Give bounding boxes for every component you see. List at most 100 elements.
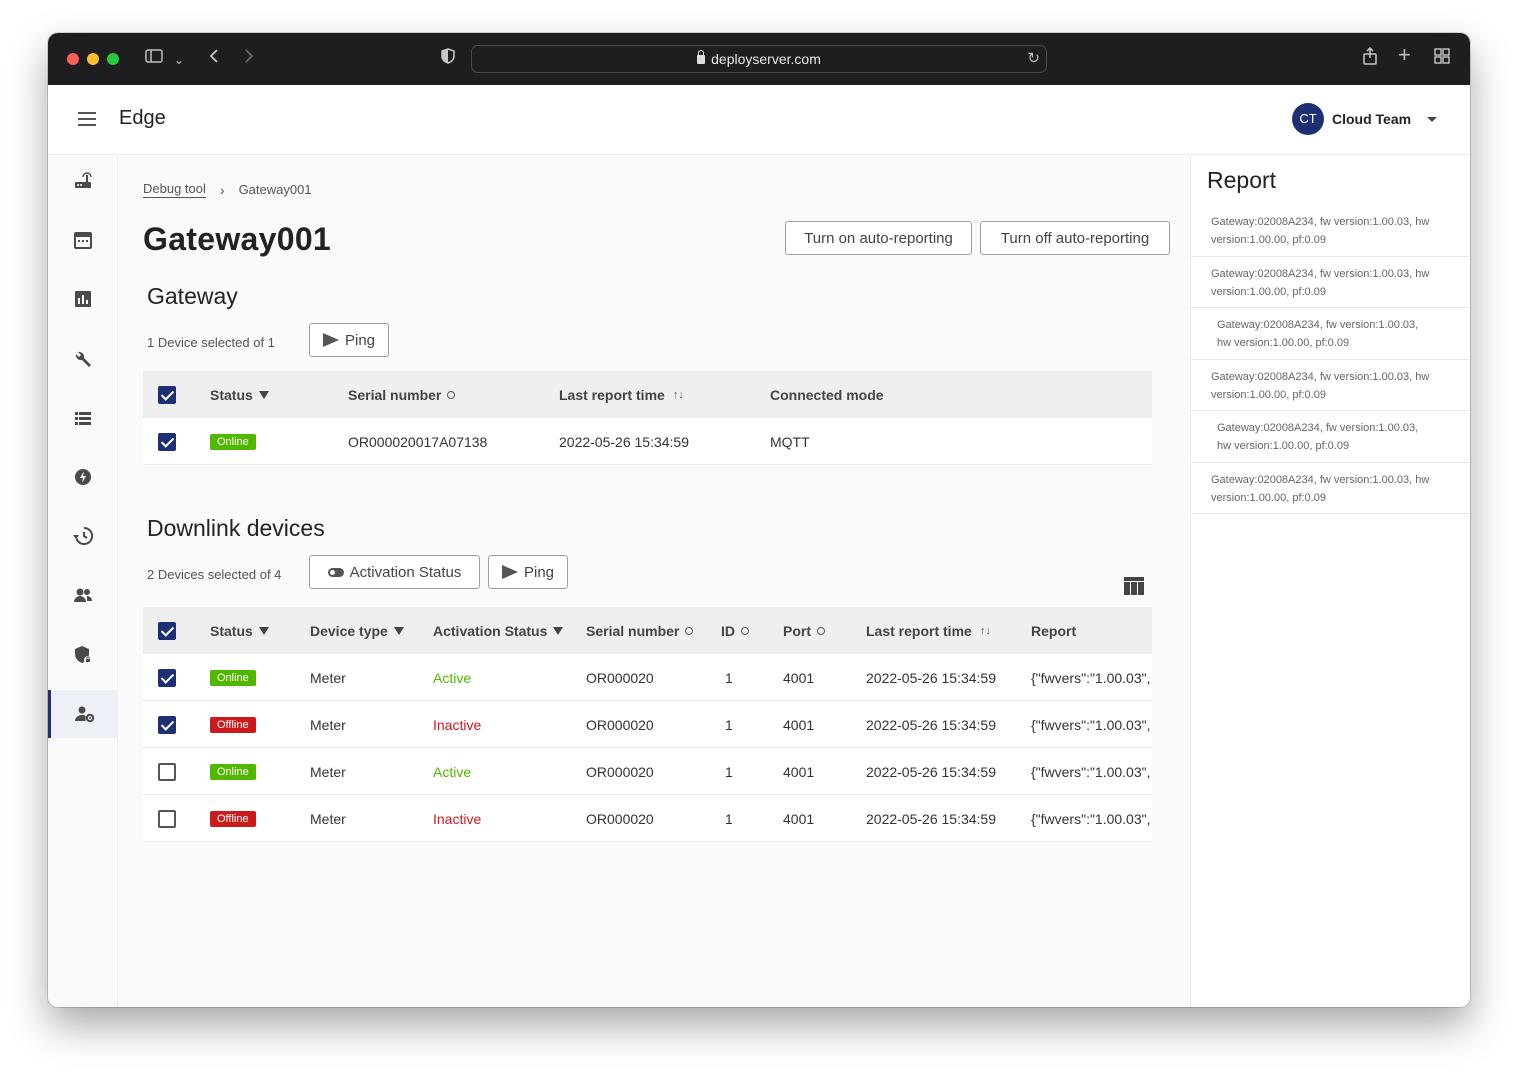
column-settings-icon[interactable] — [1124, 577, 1144, 595]
sidebar-toggle-icon[interactable] — [145, 47, 163, 69]
id-column-header[interactable]: ID — [721, 607, 749, 654]
activation-status-button[interactable]: Activation Status — [309, 555, 480, 589]
downlink-table: Status Device type Activation Status Ser… — [143, 607, 1152, 842]
table-row[interactable]: Online Meter Active OR000020 1 4001 2022-05-26… — [143, 748, 1152, 795]
menu-icon[interactable] — [78, 112, 96, 126]
table-row[interactable]: Offline Meter Inactive OR000020 1 4001 2022-05… — [143, 701, 1152, 748]
group-icon — [74, 588, 92, 602]
report-list: Gateway:02008A234, fw version:1.00.03, h… — [1191, 205, 1470, 514]
select-all-checkbox[interactable] — [158, 607, 176, 654]
device-type-cell: Meter — [310, 763, 346, 780]
sidebar-item-analytics[interactable] — [48, 275, 118, 323]
report-line: Gateway:02008A234, fw version:1.00.03, h… — [1211, 473, 1430, 486]
sidebar — [48, 155, 118, 1007]
sidebar-item-history[interactable] — [48, 512, 118, 560]
search-icon[interactable] — [741, 626, 749, 635]
sidebar-item-list[interactable] — [48, 394, 118, 442]
report-cell: {"fwvers":"1.00.03", — [1031, 669, 1151, 686]
row-checkbox[interactable] — [158, 748, 176, 795]
row-checkbox[interactable] — [158, 654, 176, 701]
device-type-cell: Meter — [310, 810, 346, 827]
last-report-cell: 2022-05-26 15:34:59 — [866, 669, 996, 686]
select-all-checkbox[interactable] — [158, 371, 176, 418]
device-type-column-header[interactable]: Device type — [310, 607, 404, 654]
filter-icon[interactable] — [393, 626, 404, 635]
list-icon — [75, 412, 91, 425]
row-checkbox[interactable] — [158, 418, 176, 465]
id-cell: 1 — [725, 716, 733, 733]
breadcrumb-current: Gateway001 — [238, 182, 312, 197]
history-icon — [73, 526, 93, 545]
sidebar-item-user-settings[interactable] — [48, 690, 118, 738]
last-report-column-header[interactable]: Last report time ↑↓ — [866, 607, 991, 654]
status-column-header[interactable]: Status — [210, 607, 269, 654]
forward-icon[interactable] — [243, 47, 255, 69]
report-item[interactable]: Gateway:02008A234, fw version:1.00.03, h… — [1191, 257, 1470, 308]
report-item[interactable]: Gateway:02008A234, fw version:1.00.03, hw… — [1191, 411, 1470, 463]
status-badge: Online — [210, 669, 256, 686]
activation-cell: Active — [433, 763, 472, 780]
send-icon — [501, 565, 518, 579]
filter-icon[interactable] — [553, 626, 564, 635]
report-line: Gateway:02008A234, fw version:1.00.03, h… — [1211, 216, 1430, 228]
downlink-ping-button[interactable]: Ping — [488, 555, 568, 589]
id-cell: 1 — [725, 810, 733, 827]
report-line: version:1.00.00, pf:0.09 — [1211, 285, 1326, 298]
search-icon[interactable] — [685, 626, 694, 635]
id-cell: 1 — [725, 669, 733, 686]
report-line: hw version:1.00.00, pf:0.09 — [1217, 337, 1350, 349]
report-item[interactable]: Gateway:02008A234, fw version:1.00.03, h… — [1191, 205, 1470, 257]
last-report-cell: 2022-05-26 15:34:59 — [866, 763, 996, 780]
browser-window: ⌄ deployserver.com ↻ + Edge CT Cloud Tea… — [48, 33, 1470, 1007]
sort-icon[interactable]: ↑↓ — [673, 389, 684, 401]
row-checkbox[interactable] — [158, 795, 176, 842]
last-report-column-header[interactable]: Last report time ↑↓ — [559, 371, 684, 418]
sidebar-item-tools[interactable] — [48, 335, 118, 383]
reload-icon[interactable]: ↻ — [1027, 46, 1040, 72]
sidebar-item-security[interactable] — [48, 631, 118, 679]
report-item[interactable]: Gateway:02008A234, fw version:1.00.03, h… — [1191, 360, 1470, 411]
search-icon[interactable] — [817, 626, 825, 635]
report-item[interactable]: Gateway:02008A234, fw version:1.00.03, hw… — [1191, 308, 1470, 360]
sort-icon[interactable]: ↑↓ — [980, 625, 991, 637]
address-bar[interactable]: deployserver.com ↻ — [471, 45, 1047, 73]
close-window-button[interactable] — [67, 53, 79, 65]
serial-column-header[interactable]: Serial number — [586, 607, 694, 654]
sidebar-item-users[interactable] — [48, 571, 118, 619]
report-item[interactable]: Gateway:02008A234, fw version:1.00.03, h… — [1191, 463, 1470, 514]
zoom-window-button[interactable] — [107, 53, 119, 65]
share-icon[interactable] — [1362, 46, 1378, 70]
turn-off-auto-reporting-button[interactable]: Turn off auto-reporting — [980, 221, 1170, 255]
gateway-ping-button[interactable]: Ping — [309, 323, 389, 357]
port-column-header[interactable]: Port — [783, 607, 825, 654]
breadcrumb-link-debug-tool[interactable]: Debug tool — [143, 181, 206, 198]
sidebar-item-calendar[interactable] — [48, 216, 118, 264]
sidebar-item-energy[interactable] — [48, 453, 118, 501]
device-type-cell: Meter — [310, 669, 346, 686]
turn-on-auto-reporting-button[interactable]: Turn on auto-reporting — [785, 221, 972, 255]
report-column-header: Report — [1031, 622, 1077, 639]
minimize-window-button[interactable] — [87, 53, 99, 65]
filter-icon[interactable] — [258, 626, 269, 635]
user-menu[interactable]: CT Cloud Team — [1292, 103, 1438, 135]
search-icon[interactable] — [447, 390, 456, 399]
status-column-header[interactable]: Status — [210, 371, 269, 418]
sidebar-item-gateway[interactable] — [48, 157, 118, 205]
tab-overview-icon[interactable] — [1434, 47, 1450, 69]
new-tab-icon[interactable]: + — [1398, 44, 1411, 66]
table-row[interactable]: Online OR000020017A07138 2022-05-26 15:34:… — [143, 418, 1152, 465]
privacy-shield-icon[interactable] — [441, 47, 455, 69]
table-row[interactable]: Online Meter Active OR000020 1 4001 2022-05-26… — [143, 654, 1152, 701]
row-checkbox[interactable] — [158, 701, 176, 748]
device-type-cell: Meter — [310, 716, 346, 733]
serial-column-header[interactable]: Serial number — [348, 371, 456, 418]
report-cell: {"fwvers":"1.00.03", — [1031, 810, 1151, 827]
filter-icon[interactable] — [258, 390, 269, 399]
status-cell: Offline — [210, 701, 256, 748]
table-row[interactable]: Offline Meter Inactive OR000020 1 4001 2022-05… — [143, 795, 1152, 842]
chevron-down-icon[interactable]: ⌄ — [174, 49, 184, 71]
mode-cell: MQTT — [770, 433, 810, 450]
activation-column-header[interactable]: Activation Status — [433, 607, 564, 654]
back-icon[interactable] — [208, 47, 220, 69]
report-line: version:1.00.00, pf:0.09 — [1211, 491, 1326, 504]
